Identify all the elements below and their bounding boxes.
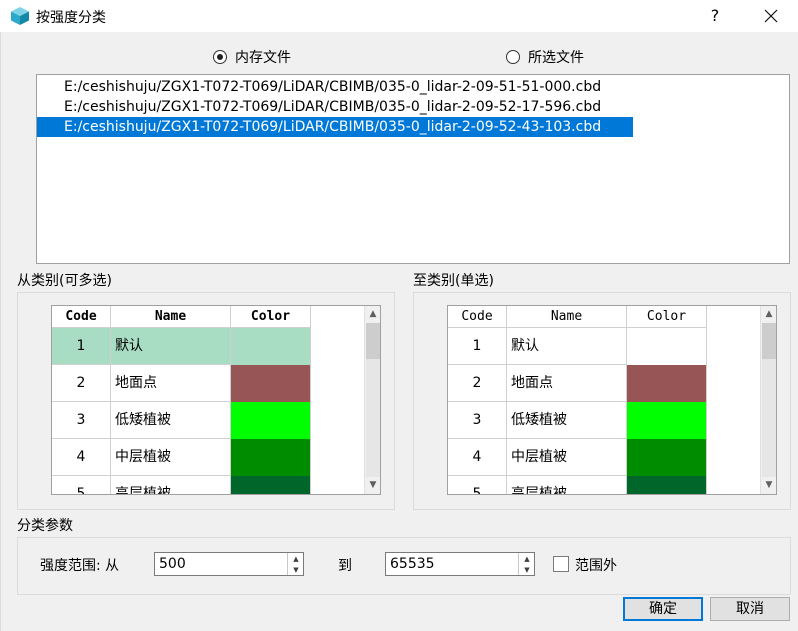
color-swatch bbox=[231, 476, 311, 494]
outside-range-checkbox[interactable] bbox=[553, 556, 569, 572]
table-row[interactable]: 3 低矮植被 bbox=[52, 402, 311, 439]
vertical-scrollbar[interactable]: ▲ ▼ bbox=[364, 306, 380, 494]
radio-indicator bbox=[213, 50, 227, 64]
header-color[interactable]: Color bbox=[627, 306, 707, 328]
from-class-group: Code Name Color 1 默认 2 地面点 3 低矮植被 4 中层植被… bbox=[17, 292, 395, 510]
spin-down-icon[interactable]: ▼ bbox=[519, 564, 535, 575]
cell-code: 4 bbox=[52, 439, 111, 476]
color-swatch bbox=[231, 365, 311, 402]
cell-code: 4 bbox=[448, 439, 507, 476]
cell-name: 地面点 bbox=[507, 365, 627, 402]
color-swatch bbox=[231, 402, 311, 439]
cell-name: 默认 bbox=[507, 328, 627, 365]
header-code[interactable]: Code bbox=[52, 306, 111, 328]
params-group: 强度范围: 从 500 ▲ ▼ 到 65535 ▲ ▼ 范围外 bbox=[17, 537, 791, 595]
cell-name: 中层植被 bbox=[111, 439, 231, 476]
radio-memory-label: 内存文件 bbox=[235, 50, 291, 66]
cell-name: 高层植被 bbox=[111, 476, 231, 494]
title-bar: 按强度分类 ? bbox=[0, 0, 798, 32]
dialog-body: 内存文件 所选文件 E:/ceshishuju/ZGX1-T072-T069/L… bbox=[0, 32, 798, 631]
cell-code: 5 bbox=[52, 476, 111, 494]
header-code[interactable]: Code bbox=[448, 306, 507, 328]
radio-selected-label: 所选文件 bbox=[528, 50, 584, 66]
scroll-track[interactable] bbox=[762, 359, 776, 477]
ok-button[interactable]: 确定 bbox=[623, 597, 703, 621]
to-label: 到 bbox=[338, 558, 352, 574]
cell-name: 默认 bbox=[111, 328, 231, 365]
cell-code: 3 bbox=[448, 402, 507, 439]
file-list-item-selected[interactable]: E:/ceshishuju/ZGX1-T072-T069/LiDAR/CBIMB… bbox=[37, 117, 633, 137]
vertical-scrollbar[interactable]: ▲ ▼ bbox=[760, 306, 776, 494]
cell-name: 低矮植被 bbox=[111, 402, 231, 439]
help-button[interactable]: ? bbox=[700, 4, 730, 28]
range-from-spinbox[interactable]: 500 ▲ ▼ bbox=[154, 552, 304, 576]
color-swatch bbox=[627, 476, 707, 494]
range-to-spinbox[interactable]: 65535 ▲ ▼ bbox=[385, 552, 535, 576]
color-swatch bbox=[231, 439, 311, 476]
table-header: Code Name Color bbox=[448, 306, 707, 328]
outside-range-label: 范围外 bbox=[575, 558, 617, 574]
range-to-value[interactable]: 65535 bbox=[390, 553, 435, 575]
file-list-item[interactable]: E:/ceshishuju/ZGX1-T072-T069/LiDAR/CBIMB… bbox=[37, 77, 601, 97]
cell-code: 2 bbox=[52, 365, 111, 402]
to-class-table[interactable]: Code Name Color 1 默认 2 地面点 3 低矮植被 4 中层植被… bbox=[447, 305, 777, 495]
table-row[interactable]: 5 高层植被 bbox=[448, 476, 707, 494]
color-swatch bbox=[627, 439, 707, 476]
to-class-group: Code Name Color 1 默认 2 地面点 3 低矮植被 4 中层植被… bbox=[413, 292, 791, 510]
from-class-table[interactable]: Code Name Color 1 默认 2 地面点 3 低矮植被 4 中层植被… bbox=[51, 305, 381, 495]
cell-code: 2 bbox=[448, 365, 507, 402]
table-row[interactable]: 4 中层植被 bbox=[448, 439, 707, 476]
window-title: 按强度分类 bbox=[36, 10, 106, 26]
color-swatch bbox=[627, 365, 707, 402]
table-row[interactable]: 2 地面点 bbox=[52, 365, 311, 402]
close-button[interactable] bbox=[756, 4, 786, 28]
cell-name: 高层植被 bbox=[507, 476, 627, 494]
table-header: Code Name Color bbox=[52, 306, 311, 328]
file-list-item[interactable]: E:/ceshishuju/ZGX1-T072-T069/LiDAR/CBIMB… bbox=[37, 97, 601, 117]
range-label: 强度范围: 从 bbox=[40, 558, 120, 574]
scroll-down-icon[interactable]: ▼ bbox=[761, 477, 776, 493]
radio-memory-file[interactable]: 内存文件 bbox=[213, 47, 291, 67]
spin-up-icon[interactable]: ▲ bbox=[288, 553, 304, 564]
scroll-down-icon[interactable]: ▼ bbox=[365, 477, 380, 493]
scroll-up-icon[interactable]: ▲ bbox=[365, 306, 380, 322]
from-class-title: 从类别(可多选) bbox=[17, 273, 112, 289]
color-swatch bbox=[627, 328, 707, 365]
scroll-thumb[interactable] bbox=[366, 323, 380, 359]
scroll-track[interactable] bbox=[366, 359, 380, 477]
cube-app-icon bbox=[11, 7, 29, 25]
color-swatch bbox=[231, 328, 311, 365]
spin-buttons: ▲ ▼ bbox=[518, 553, 534, 575]
cell-name: 低矮植被 bbox=[507, 402, 627, 439]
scroll-thumb[interactable] bbox=[762, 323, 776, 359]
to-class-title: 至类别(单选) bbox=[413, 273, 494, 289]
radio-indicator bbox=[506, 50, 520, 64]
table-row[interactable]: 4 中层植被 bbox=[52, 439, 311, 476]
table-row[interactable]: 5 高层植被 bbox=[52, 476, 311, 494]
cell-name: 中层植被 bbox=[507, 439, 627, 476]
file-list[interactable]: E:/ceshishuju/ZGX1-T072-T069/LiDAR/CBIMB… bbox=[36, 74, 790, 264]
range-from-value[interactable]: 500 bbox=[159, 553, 186, 575]
table-row[interactable]: 2 地面点 bbox=[448, 365, 707, 402]
params-title: 分类参数 bbox=[17, 518, 73, 534]
color-swatch bbox=[627, 402, 707, 439]
table-row[interactable]: 1 默认 bbox=[52, 328, 311, 365]
spin-up-icon[interactable]: ▲ bbox=[519, 553, 535, 564]
cell-code: 1 bbox=[52, 328, 111, 365]
scroll-up-icon[interactable]: ▲ bbox=[761, 306, 776, 322]
header-color[interactable]: Color bbox=[231, 306, 311, 328]
header-name[interactable]: Name bbox=[111, 306, 231, 328]
table-row[interactable]: 3 低矮植被 bbox=[448, 402, 707, 439]
cancel-button[interactable]: 取消 bbox=[710, 597, 790, 621]
cell-name: 地面点 bbox=[111, 365, 231, 402]
header-name[interactable]: Name bbox=[507, 306, 627, 328]
table-row[interactable]: 1 默认 bbox=[448, 328, 707, 365]
cell-code: 3 bbox=[52, 402, 111, 439]
radio-selected-file[interactable]: 所选文件 bbox=[506, 47, 584, 67]
cell-code: 1 bbox=[448, 328, 507, 365]
cell-code: 5 bbox=[448, 476, 507, 494]
spin-buttons: ▲ ▼ bbox=[287, 553, 303, 575]
spin-down-icon[interactable]: ▼ bbox=[288, 564, 304, 575]
close-icon bbox=[764, 9, 778, 23]
